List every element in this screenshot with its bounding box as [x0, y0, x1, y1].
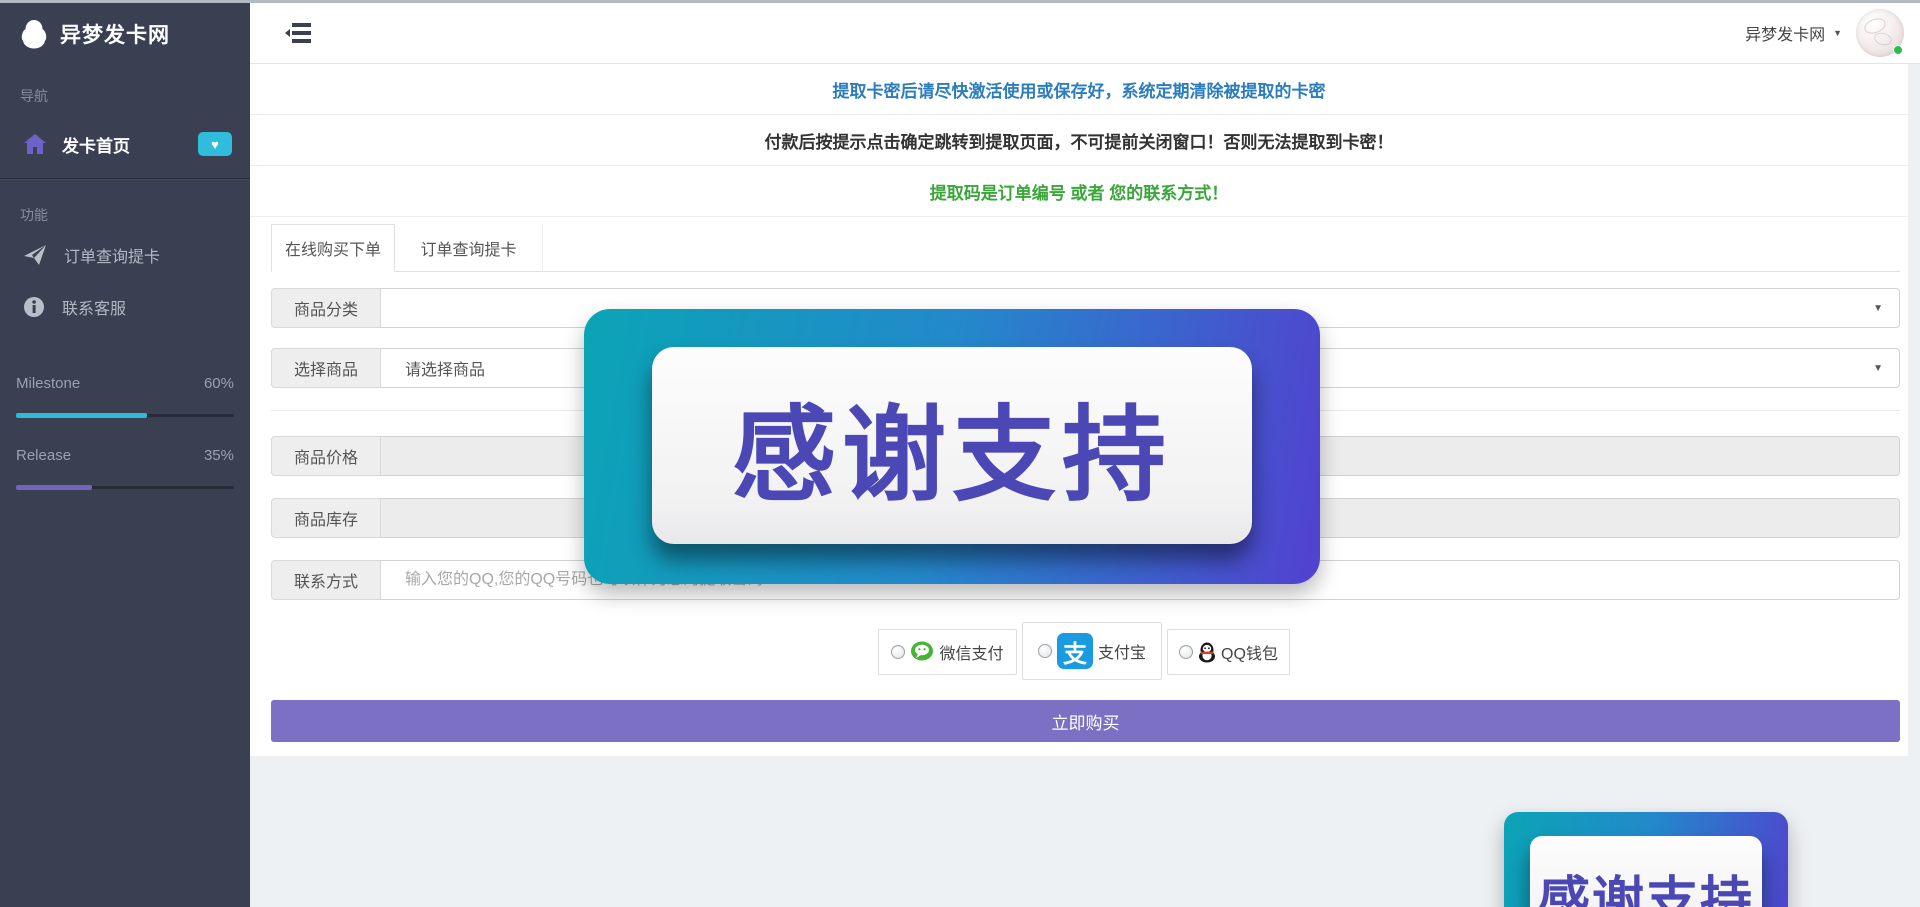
- product-value: 请选择商品: [405, 356, 485, 380]
- avatar[interactable]: [1856, 9, 1904, 57]
- thanks-text: 感谢支持: [732, 370, 1172, 521]
- sidebar-item-label: 订单查询提卡: [64, 243, 160, 267]
- release-progressbar: [16, 486, 234, 489]
- sidebar-item-order-query[interactable]: 订单查询提卡: [0, 233, 250, 277]
- release-label: Release: [16, 447, 71, 464]
- user-dropdown[interactable]: 异梦发卡网 ▼: [1745, 21, 1842, 45]
- notice-banner: 付款后按提示点击确定跳转到提取页面，不可提前关闭窗口！否则无法提取到卡密！: [250, 115, 1908, 166]
- qq-wallet-icon: [1198, 642, 1216, 663]
- sidebar-section-nav: 导航: [0, 86, 250, 106]
- menu-fold-icon[interactable]: [285, 22, 313, 44]
- sidebar-item-home[interactable]: 发卡首页 ♥: [0, 120, 250, 168]
- online-status-dot: [1893, 45, 1903, 55]
- brand-name: 异梦发卡网: [60, 19, 170, 49]
- wechat-radio[interactable]: [891, 645, 905, 659]
- caret-down-icon: ▼: [1873, 303, 1883, 314]
- product-label: 选择商品: [271, 348, 381, 388]
- payment-label: QQ钱包: [1221, 640, 1278, 664]
- heart-icon: ♥: [211, 138, 219, 151]
- sidebar-item-home-label: 发卡首页: [62, 132, 130, 157]
- payment-option-alipay[interactable]: 支 支付宝: [1022, 622, 1162, 680]
- payment-label: 支付宝: [1098, 639, 1146, 663]
- release-percent: 35%: [204, 447, 234, 464]
- payment-label: 微信支付: [939, 640, 1003, 664]
- tab-order-query[interactable]: 订单查询提卡: [395, 224, 543, 272]
- sidebar-item-contact-support[interactable]: 联系客服: [0, 285, 250, 329]
- sidebar-divider: [0, 178, 250, 179]
- milestone-label: Milestone: [16, 375, 80, 392]
- thanks-badge-card: 感谢支持: [1530, 836, 1762, 907]
- notice-banner: 提取码是订单编号 或者 您的联系方式！: [250, 166, 1908, 217]
- tab-online-purchase[interactable]: 在线购买下单: [271, 224, 395, 272]
- chevron-down-icon: ▼: [1833, 28, 1842, 38]
- category-label: 商品分类: [271, 288, 381, 328]
- thanks-badge-overlay-small: 感谢支持: [1504, 812, 1788, 907]
- info-circle-icon: [24, 297, 44, 317]
- brand-logo[interactable]: 异梦发卡网: [0, 3, 250, 64]
- sidebar-progress-section: Milestone 60% Release 35%: [16, 375, 234, 489]
- alipay-icon: 支: [1057, 633, 1093, 669]
- thanks-badge-card: 感谢支持: [652, 347, 1252, 544]
- sidebar-section-func: 功能: [0, 205, 250, 225]
- milestone-progressbar: [16, 414, 234, 417]
- home-icon: [24, 134, 46, 154]
- sidebar: 异梦发卡网 导航 发卡首页 ♥ 功能 订单查询提卡: [0, 3, 250, 907]
- top-header: 异梦发卡网 ▼: [250, 3, 1920, 64]
- notice-banner: 提取卡密后请尽快激活使用或保存好，系统定期清除被提取的卡密: [250, 64, 1908, 115]
- price-label: 商品价格: [271, 436, 381, 476]
- tab-bar: 在线购买下单 订单查询提卡: [250, 224, 1908, 272]
- payment-option-wechat[interactable]: 微信支付: [878, 629, 1017, 675]
- qq-radio[interactable]: [1179, 645, 1193, 659]
- thanks-text: 感谢支持: [1538, 859, 1754, 907]
- penguin-logo-icon: [20, 19, 48, 49]
- contact-label: 联系方式: [271, 560, 381, 600]
- paper-plane-icon: [24, 245, 46, 265]
- alipay-radio[interactable]: [1038, 644, 1052, 658]
- stock-label: 商品库存: [271, 498, 381, 538]
- buy-now-button[interactable]: 立即购买: [271, 700, 1900, 742]
- user-name: 异梦发卡网: [1745, 21, 1825, 45]
- window-top-edge: [0, 0, 1920, 3]
- wechat-pay-icon: [910, 641, 934, 663]
- sidebar-item-label: 联系客服: [62, 295, 126, 319]
- thanks-badge-overlay: 感谢支持: [584, 309, 1320, 584]
- heart-badge: ♥: [198, 132, 232, 156]
- payment-option-qq-wallet[interactable]: QQ钱包: [1167, 629, 1290, 675]
- caret-down-icon: ▼: [1873, 363, 1883, 374]
- milestone-percent: 60%: [204, 375, 234, 392]
